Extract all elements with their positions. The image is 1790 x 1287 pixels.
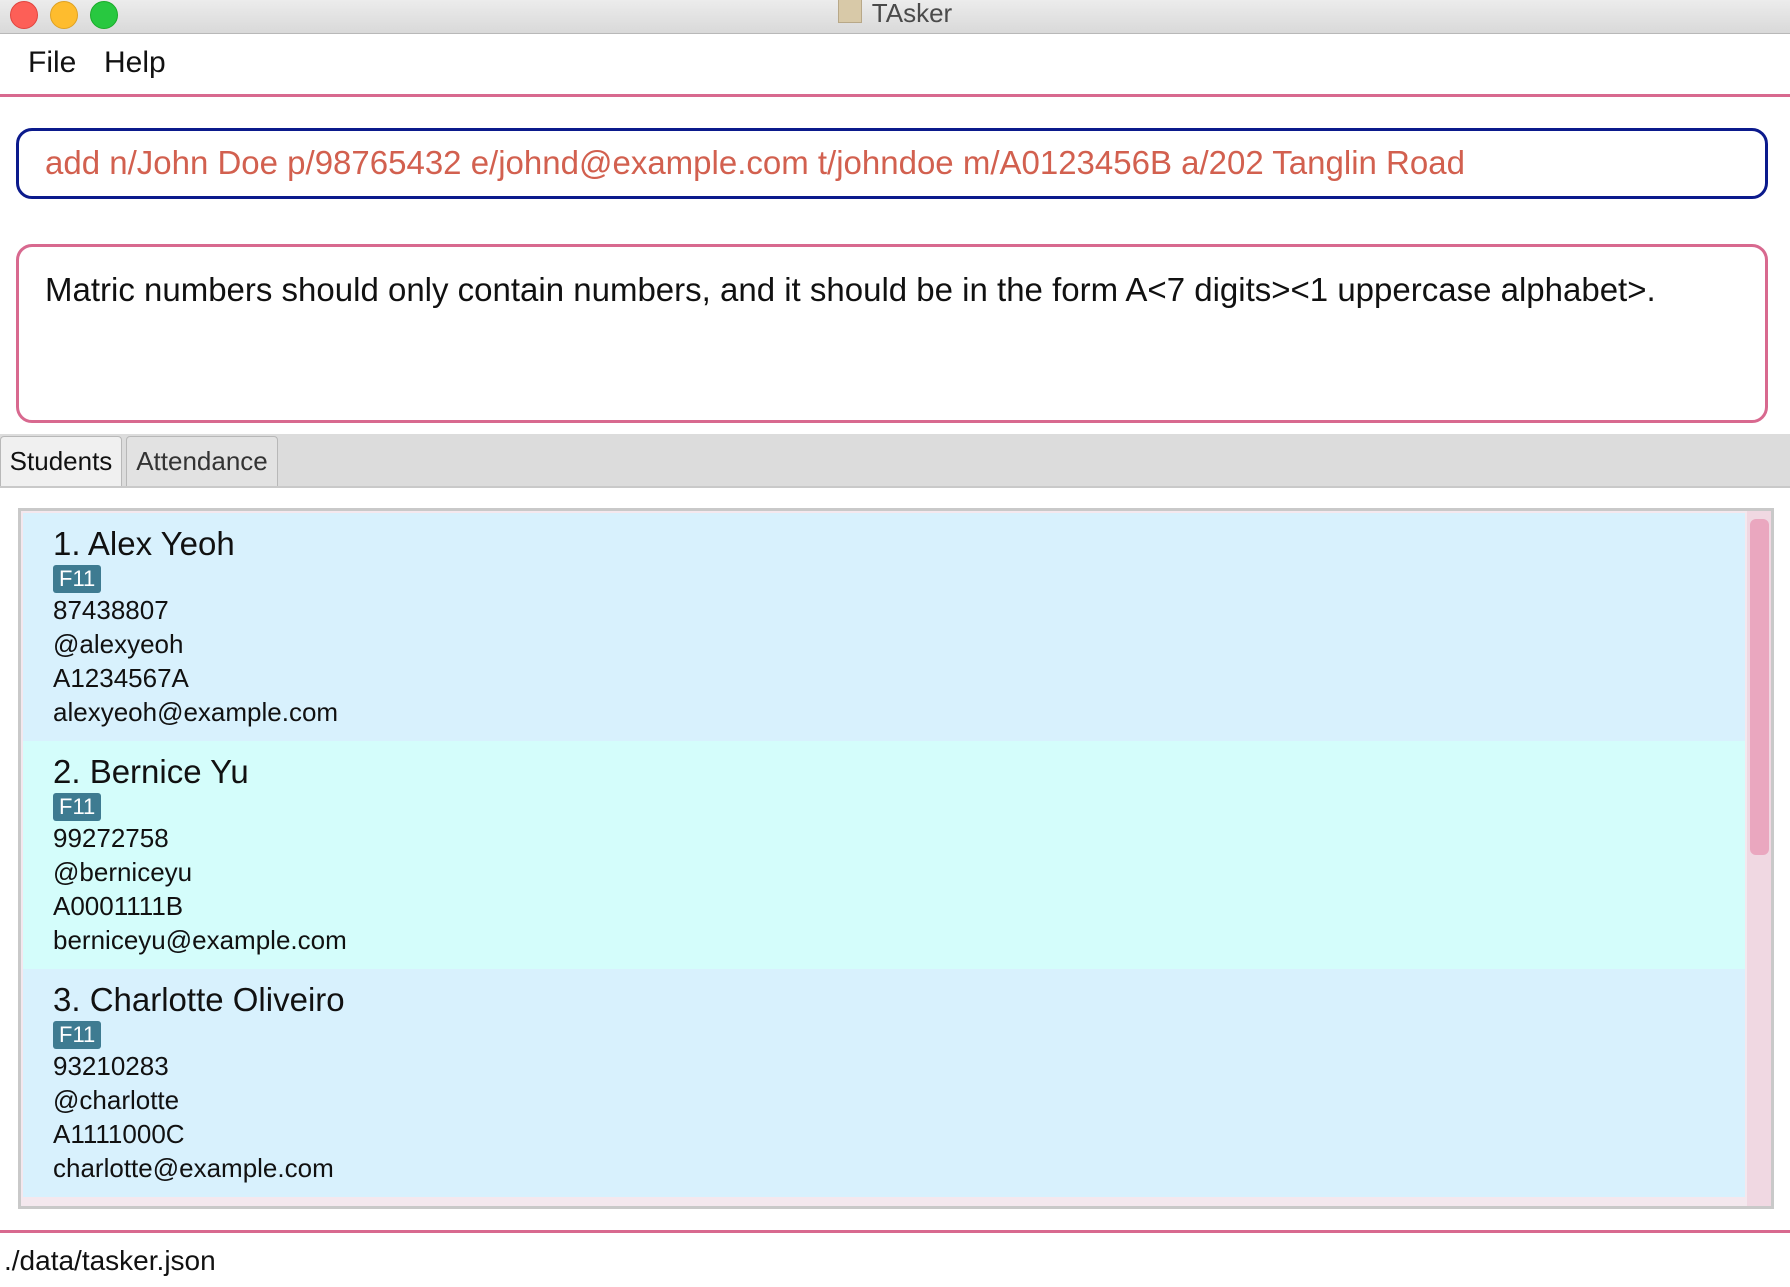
menu-bar: File Help: [0, 34, 1790, 97]
command-box: [16, 128, 1768, 199]
tag-badge: F11: [53, 793, 102, 821]
student-name: 3. Charlotte Oliveiro: [53, 981, 345, 1018]
title-bar: TAsker: [0, 0, 1790, 34]
window-title: TAsker: [871, 0, 953, 28]
student-phone: 87438807: [53, 595, 169, 625]
student-card[interactable]: 3. Charlotte Oliveiro F11 93210283 @char…: [23, 969, 1745, 1197]
tag-badge: F11: [53, 565, 102, 593]
student-email: charlotte@example.com: [53, 1153, 334, 1183]
student-phone: 99272758: [53, 823, 169, 853]
student-telegram: @charlotte: [53, 1085, 180, 1115]
student-matric: A1234567A: [53, 663, 189, 693]
tab-bar: Students Attendance: [0, 434, 1790, 488]
student-email: alexyeoh@example.com: [53, 697, 339, 727]
student-telegram: @alexyeoh: [53, 629, 184, 659]
scrollbar-thumb[interactable]: [1750, 519, 1769, 855]
student-phone: 93210283: [53, 1051, 169, 1081]
result-message: Matric numbers should only contain numbe…: [45, 271, 1656, 308]
student-matric: A1111000C: [53, 1119, 185, 1149]
save-file-path: ./data/tasker.json: [4, 1245, 216, 1276]
menu-help[interactable]: Help: [104, 46, 166, 80]
menu-file[interactable]: File: [28, 46, 76, 80]
student-telegram: @berniceyu: [53, 857, 193, 887]
student-card[interactable]: 1. Alex Yeoh F11 87438807 @alexyeoh A123…: [23, 513, 1745, 741]
tag-badge: F11: [53, 1021, 102, 1049]
result-display: Matric numbers should only contain numbe…: [16, 244, 1768, 423]
student-name: 1. Alex Yeoh: [53, 525, 235, 562]
student-email: berniceyu@example.com: [53, 925, 347, 955]
student-name: 2. Bernice Yu: [53, 753, 249, 790]
student-matric: A0001111B: [53, 891, 184, 921]
student-card[interactable]: 2. Bernice Yu F11 99272758 @berniceyu A0…: [23, 741, 1745, 969]
tab-attendance[interactable]: Attendance: [126, 436, 278, 486]
tab-students[interactable]: Students: [0, 436, 122, 486]
status-bar: ./data/tasker.json: [0, 1230, 1790, 1287]
app-icon: [837, 0, 862, 23]
command-input[interactable]: [45, 141, 1745, 185]
window-title-area: TAsker: [0, 0, 1790, 28]
student-list[interactable]: 1. Alex Yeoh F11 87438807 @alexyeoh A123…: [18, 508, 1774, 1209]
